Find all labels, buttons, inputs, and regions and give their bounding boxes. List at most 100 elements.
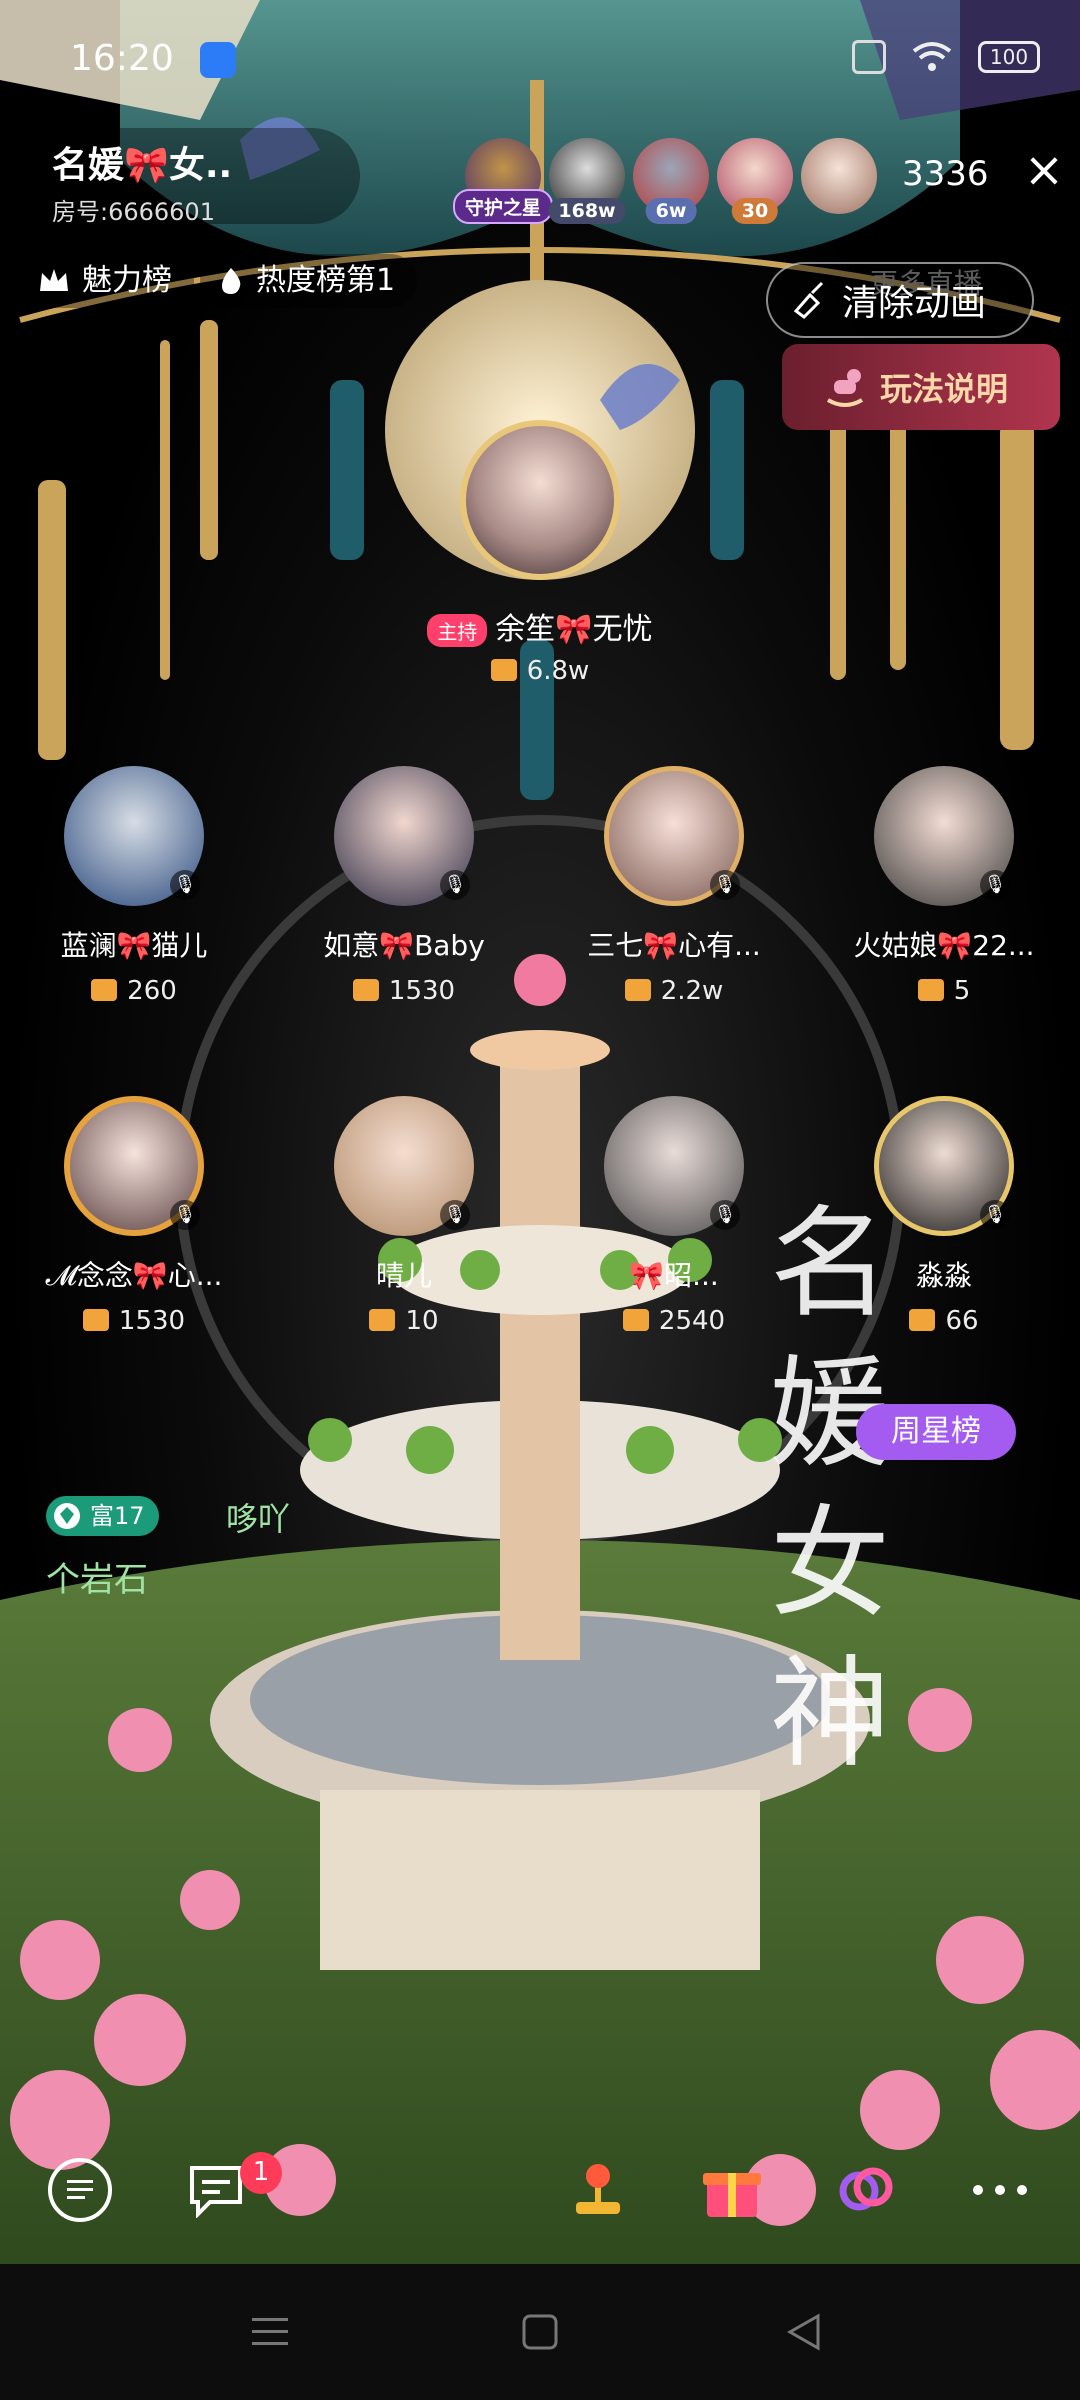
broom-icon — [793, 281, 824, 319]
gift-button[interactable] — [700, 2158, 764, 2222]
seat-name: 火姑娘🎀22... — [853, 929, 1035, 962]
mic-off-icon: 🎙 — [710, 870, 740, 900]
room-info[interactable]: 名媛🎀女.. 房号:6666601 — [30, 128, 360, 226]
mic-off-icon: 🎙 — [710, 1200, 740, 1230]
game-button[interactable] — [566, 2158, 630, 2222]
guest-seat[interactable]: 🎙 火姑娘🎀22... 5 — [844, 766, 1044, 1006]
gift-box-icon — [82, 1309, 109, 1331]
guard-avatar[interactable]: 168w — [548, 138, 626, 224]
chat-button[interactable] — [184, 2158, 248, 2222]
guest-seat[interactable]: 🎙 晴儿 10 — [304, 1096, 504, 1336]
seat-name: 蓝澜🎀猫儿 — [60, 929, 208, 962]
guard-avatar[interactable]: 30 — [717, 138, 793, 224]
app-notification-icon — [200, 42, 236, 78]
link-icon — [839, 2167, 893, 2211]
seat-gift-value: 1530 — [388, 976, 456, 1006]
guard-avatar[interactable]: 守护之星 — [452, 138, 554, 224]
rocking-horse-icon — [826, 369, 864, 407]
vibrate-icon — [852, 40, 886, 74]
guard-tag: 30 — [731, 198, 779, 224]
mic-off-icon: 🎙 — [170, 870, 200, 900]
viewer-count[interactable]: 3336 — [902, 154, 989, 194]
joystick-icon — [576, 2164, 620, 2214]
seat-name: 🎀昭... — [629, 1259, 719, 1292]
guard-avatar[interactable]: 6w — [633, 138, 709, 224]
gift-box-icon — [917, 979, 944, 1001]
mic-off-icon: 🎙 — [440, 1200, 470, 1230]
guest-seat[interactable]: 🎙 蓝澜🎀猫儿 260 — [34, 766, 234, 1006]
guard-tag: 6w — [645, 198, 697, 224]
guard-tag: 守护之星 — [452, 189, 554, 224]
gift-box-icon — [91, 979, 118, 1001]
guard-list: 守护之星 168w 6w 30 — [452, 138, 877, 224]
host-role-badge: 主持 — [427, 614, 488, 647]
host-seat[interactable] — [460, 420, 620, 580]
crown-icon — [40, 269, 68, 291]
diamond-icon — [54, 1503, 80, 1529]
gameplay-rules-button[interactable]: 玩法说明 — [782, 344, 1060, 430]
seat-gift-value: 1530 — [118, 1306, 186, 1336]
guard-tag: 168w — [548, 198, 626, 224]
flame-icon — [222, 268, 241, 294]
host-avatar — [460, 420, 620, 580]
gift-box-icon — [490, 659, 517, 681]
guard-avatar[interactable] — [801, 138, 877, 214]
link-mic-button[interactable] — [834, 2158, 898, 2222]
avatar — [801, 138, 877, 214]
recents-icon[interactable] — [248, 2310, 292, 2354]
mic-off-icon: 🎙 — [170, 1200, 200, 1230]
seat-gift-value: 2540 — [658, 1306, 726, 1336]
bottom-toolbar: 1 — [0, 2140, 1080, 2240]
seat-name: 三七🎀心有... — [587, 929, 761, 962]
seat-gift-value: 10 — [405, 1306, 439, 1336]
host-name-row: 主持 余笙🎀无忧 — [0, 604, 1080, 648]
close-button[interactable]: × — [1022, 146, 1066, 194]
mic-off-icon: 🎙 — [980, 1200, 1010, 1230]
menu-button[interactable] — [48, 2158, 112, 2222]
status-time: 16:20 — [70, 38, 174, 79]
host-gift-row: 6.8w — [0, 656, 1080, 686]
host-gift-value: 6.8w — [526, 656, 590, 686]
room-title: 名媛🎀女.. — [52, 145, 233, 186]
seat-gift-value: 2.2w — [660, 976, 724, 1006]
user-level-badge: 富17 — [46, 1496, 159, 1536]
chat-message: 个岩石 — [46, 1560, 148, 1600]
gift-box-icon — [622, 1309, 649, 1331]
home-icon[interactable] — [518, 2310, 562, 2354]
gift-box-icon — [369, 1309, 396, 1331]
host-name: 余笙🎀无忧 — [495, 612, 653, 647]
heat-rank-label: 热度榜第1 — [256, 263, 396, 298]
charm-rank-button[interactable]: 魅力榜 — [20, 254, 194, 308]
system-nav-bar — [0, 2264, 1080, 2400]
seat-name: 晴儿 — [375, 1259, 432, 1292]
mic-off-icon: 🎙 — [440, 870, 470, 900]
seat-name: 如意🎀Baby — [323, 929, 485, 962]
wifi-icon — [912, 42, 952, 71]
gift-box-icon — [624, 979, 651, 1001]
gift-box-icon — [352, 979, 379, 1001]
seat-gift-value: 5 — [953, 976, 971, 1006]
seat-gift-value: 260 — [127, 976, 177, 1006]
clear-animation-button[interactable]: 清除动画 — [766, 262, 1034, 338]
room-brand-text: 名媛女神 — [770, 1195, 896, 1784]
week-star-button[interactable]: 周星榜 — [856, 1404, 1016, 1460]
battery-icon: 100 — [978, 41, 1040, 73]
guest-seat[interactable]: 🎙 如意🎀Baby 1530 — [304, 766, 504, 1006]
chat-bubble-icon — [190, 2166, 242, 2218]
heat-rank-button[interactable]: 热度榜第1 — [200, 254, 418, 308]
menu-icon — [67, 2180, 93, 2199]
clear-animation-label: 清除动画 — [842, 283, 987, 324]
room-id: 房号:6666601 — [52, 198, 215, 226]
guest-seat[interactable]: 🎙 🎀昭... 2540 — [574, 1096, 774, 1336]
more-button[interactable] — [968, 2158, 1032, 2222]
gameplay-rules-label: 玩法说明 — [880, 370, 1009, 408]
seat-gift-value: 66 — [945, 1306, 979, 1336]
guest-seat[interactable]: 🎙 𝓜念念🎀心... 1530 — [34, 1096, 234, 1336]
gift-icon — [703, 2173, 761, 2217]
seat-name: 𝓜念念🎀心... — [45, 1259, 223, 1292]
more-dots-icon — [973, 2185, 1027, 2195]
mic-off-icon: 🎙 — [980, 870, 1010, 900]
chat-user-name: 哆吖 — [226, 1500, 291, 1538]
guest-seat[interactable]: 🎙 三七🎀心有... 2.2w — [574, 766, 774, 1006]
back-icon[interactable] — [782, 2310, 826, 2354]
